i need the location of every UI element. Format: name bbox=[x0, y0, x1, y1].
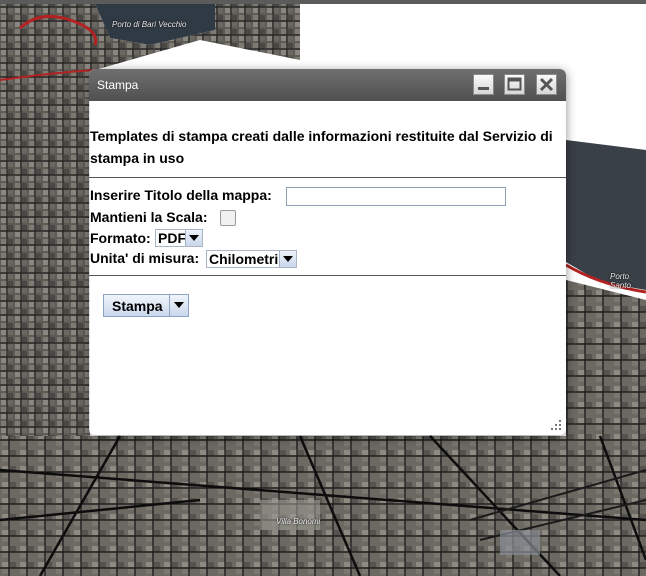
units-select[interactable]: Chilometri bbox=[206, 250, 297, 268]
minimize-button[interactable] bbox=[473, 74, 494, 95]
dialog-description: Templates di stampa creati dalle informa… bbox=[90, 128, 553, 166]
units-dropdown-arrow[interactable] bbox=[279, 251, 296, 267]
map-label-porto-santo: Porto Santo bbox=[610, 272, 631, 290]
units-value: Chilometri bbox=[209, 251, 279, 267]
print-dropdown-arrow[interactable] bbox=[169, 295, 189, 316]
chevron-down-icon bbox=[174, 302, 184, 308]
divider bbox=[89, 177, 566, 178]
maximize-icon bbox=[507, 77, 522, 91]
print-dialog: Stampa Templates di stampa creati dalle … bbox=[89, 69, 566, 435]
format-dropdown-arrow[interactable] bbox=[185, 230, 202, 246]
map-label-porto: Porto di Bari Vecchio bbox=[112, 20, 187, 29]
map-title-input[interactable] bbox=[286, 187, 506, 206]
minimize-icon bbox=[478, 87, 489, 90]
chevron-down-icon bbox=[189, 235, 199, 241]
map-label-villa: Villa Bonomi bbox=[276, 517, 321, 526]
close-icon bbox=[539, 77, 554, 92]
chevron-down-icon bbox=[283, 256, 293, 262]
units-label: Unita' di misura: bbox=[90, 250, 200, 266]
format-value: PDF bbox=[158, 230, 186, 246]
keep-scale-checkbox[interactable] bbox=[220, 210, 236, 226]
close-button[interactable] bbox=[536, 74, 557, 95]
print-button[interactable]: Stampa bbox=[103, 294, 189, 317]
title-label: Inserire Titolo della mappa: bbox=[90, 187, 272, 203]
scale-label: Mantieni la Scala: bbox=[90, 209, 208, 225]
dialog-titlebar[interactable]: Stampa bbox=[89, 69, 566, 101]
maximize-button[interactable] bbox=[504, 74, 525, 95]
resize-grip-icon[interactable] bbox=[549, 418, 563, 432]
divider bbox=[89, 275, 566, 276]
format-select[interactable]: PDF bbox=[155, 229, 203, 247]
print-button-label: Stampa bbox=[112, 298, 163, 314]
format-label: Formato: bbox=[90, 230, 151, 246]
dialog-title: Stampa bbox=[97, 78, 139, 92]
